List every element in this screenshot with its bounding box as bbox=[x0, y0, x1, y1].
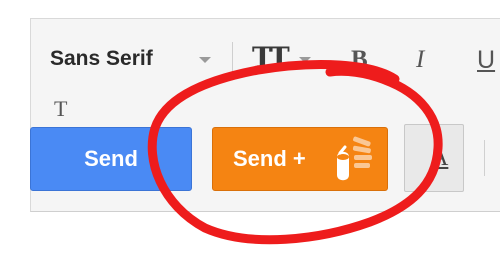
remove-formatting-icon[interactable]: T bbox=[54, 96, 67, 122]
bold-button[interactable]: B bbox=[351, 46, 368, 74]
font-family-select[interactable]: Sans Serif bbox=[50, 47, 153, 71]
toolbar-divider bbox=[484, 140, 485, 176]
send-plus-label: Send + bbox=[233, 146, 306, 171]
compose-window: Sans Serif TT B I U T Send Send + A bbox=[0, 0, 500, 254]
chevron-down-icon[interactable] bbox=[199, 57, 211, 63]
text-color-icon: A bbox=[431, 145, 449, 171]
underline-button[interactable]: U bbox=[477, 46, 495, 75]
italic-button[interactable]: I bbox=[416, 46, 424, 74]
multi-send-icon bbox=[327, 133, 377, 191]
send-button[interactable]: Send bbox=[30, 127, 192, 191]
chevron-down-icon[interactable] bbox=[299, 57, 311, 63]
send-button-label: Send bbox=[84, 146, 138, 171]
formatting-options-button[interactable]: A bbox=[404, 124, 464, 192]
toolbar-divider bbox=[232, 42, 233, 78]
font-size-icon[interactable]: TT bbox=[252, 44, 290, 72]
send-plus-button[interactable]: Send + bbox=[212, 127, 388, 191]
